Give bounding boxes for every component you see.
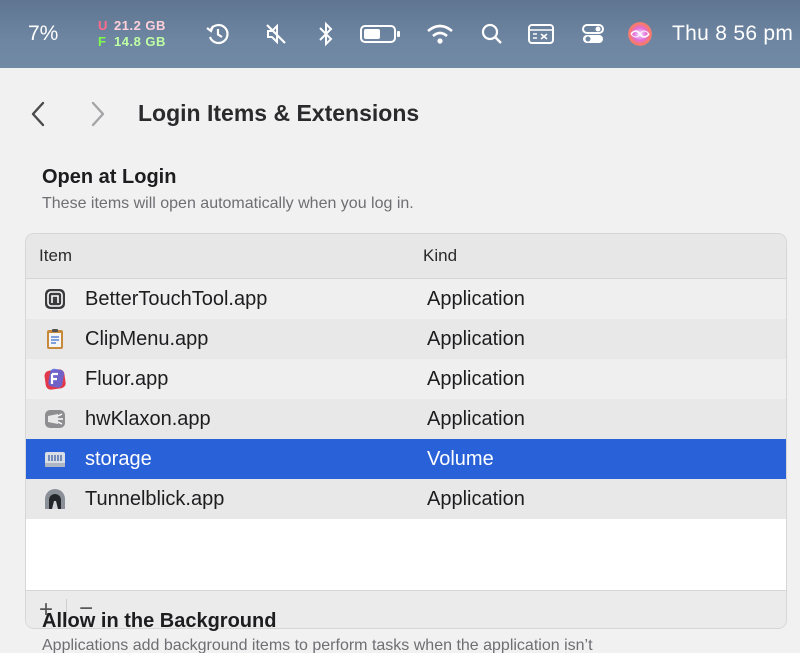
memory-used-value: 21.2 GB bbox=[114, 18, 166, 33]
open-at-login-subtitle: These items will open automatically when… bbox=[42, 195, 414, 212]
table-header: Item Kind bbox=[26, 234, 786, 279]
keyboard-viewer-icon[interactable] bbox=[526, 0, 556, 68]
bettertouchtool-icon bbox=[43, 287, 67, 311]
table-row[interactable]: BetterTouchTool.app Application bbox=[26, 279, 786, 319]
bluetooth-icon[interactable] bbox=[314, 0, 338, 68]
item-kind: Volume bbox=[427, 448, 494, 470]
allow-in-background-title: Allow in the Background bbox=[42, 610, 277, 632]
memory-monitor[interactable]: U 21.2 GB F 14.8 GB bbox=[98, 0, 184, 68]
page-title: Login Items & Extensions bbox=[138, 100, 420, 126]
table-row[interactable]: Fluor.app Application bbox=[26, 359, 786, 399]
allow-in-background-subtitle: Applications add background items to per… bbox=[42, 637, 593, 653]
control-center-icon[interactable] bbox=[578, 0, 608, 68]
chevron-right-icon bbox=[91, 101, 105, 127]
fluor-icon bbox=[43, 367, 67, 391]
item-name: hwKlaxon.app bbox=[85, 408, 211, 430]
volume-drive-icon bbox=[43, 447, 67, 471]
menubar-clock[interactable]: Thu 8 56 pm bbox=[672, 0, 793, 68]
wifi-icon[interactable] bbox=[424, 0, 456, 68]
table-row[interactable]: ClipMenu.app Application bbox=[26, 319, 786, 359]
hwklaxon-icon bbox=[43, 407, 67, 431]
mute-icon[interactable] bbox=[262, 0, 290, 68]
clipmenu-icon bbox=[43, 327, 67, 351]
item-name: Tunnelblick.app bbox=[85, 488, 225, 510]
chevron-left-icon bbox=[31, 101, 45, 127]
memory-used-tag: U bbox=[98, 18, 108, 33]
item-kind: Application bbox=[427, 368, 525, 390]
table-row-selected[interactable]: storage Volume bbox=[26, 439, 786, 479]
table-row[interactable]: hwKlaxon.app Application bbox=[26, 399, 786, 439]
back-button[interactable] bbox=[24, 98, 52, 130]
settings-window: Login Items & Extensions Open at Login T… bbox=[0, 70, 800, 653]
table-row[interactable]: Tunnelblick.app Application bbox=[26, 479, 786, 519]
memory-free-tag: F bbox=[98, 34, 107, 49]
column-header-kind[interactable]: Kind bbox=[423, 246, 457, 266]
column-header-item[interactable]: Item bbox=[39, 246, 72, 266]
tunnelblick-icon bbox=[43, 487, 67, 511]
open-at-login-title: Open at Login bbox=[42, 166, 177, 188]
spotlight-search-icon[interactable] bbox=[478, 0, 506, 68]
item-kind: Application bbox=[427, 328, 525, 350]
battery-percentage[interactable]: 7% bbox=[28, 0, 58, 68]
forward-button[interactable] bbox=[84, 98, 112, 130]
item-name: ClipMenu.app bbox=[85, 328, 209, 350]
login-items-table: Item Kind BetterTouchTool.app Applicatio… bbox=[25, 233, 787, 629]
item-kind: Application bbox=[427, 288, 525, 310]
item-name: Fluor.app bbox=[85, 368, 169, 390]
item-name: BetterTouchTool.app bbox=[85, 288, 268, 310]
item-kind: Application bbox=[427, 408, 525, 430]
item-name: storage bbox=[85, 448, 152, 470]
battery-icon[interactable] bbox=[358, 0, 404, 68]
history-icon[interactable] bbox=[204, 0, 232, 68]
item-kind: Application bbox=[427, 488, 525, 510]
menu-bar: 7% U 21.2 GB F 14.8 GB Thu 8 56 pm bbox=[0, 0, 800, 68]
memory-free-value: 14.8 GB bbox=[114, 34, 166, 49]
siri-icon[interactable] bbox=[624, 0, 656, 68]
